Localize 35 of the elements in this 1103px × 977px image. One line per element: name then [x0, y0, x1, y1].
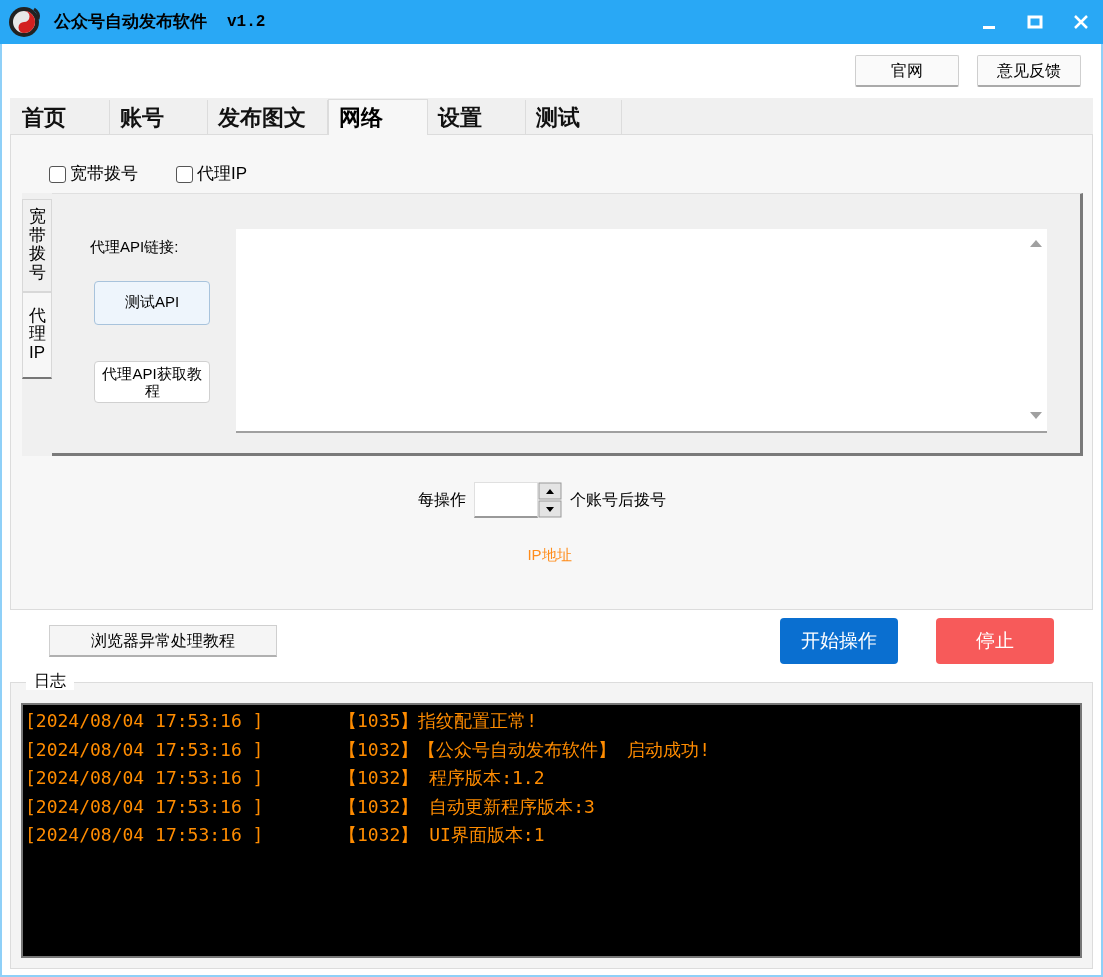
log-timestamp: [2024/08/04 17:53:16 ] — [25, 823, 265, 848]
header-button[interactable]: 意见反馈 — [977, 55, 1081, 87]
log-timestamp: [2024/08/04 17:53:16 ] — [25, 737, 265, 762]
test-api-button[interactable]: 测试API — [94, 280, 210, 325]
api-link-label: 代理API链接: — [90, 237, 179, 257]
version-label: v1.2 — [227, 12, 266, 33]
log-timestamp: [2024/08/04 17:53:16 ] — [25, 794, 265, 819]
dial-before-label: 每操作 — [417, 490, 466, 510]
api-link-field[interactable] — [236, 229, 1047, 433]
start-button[interactable]: 开始操作 — [780, 618, 898, 664]
log-message: 【1032】 程序版本:1.2 — [339, 766, 545, 791]
log-timestamp: [2024/08/04 17:53:16 ] — [25, 709, 265, 733]
side-tab[interactable]: 代理IP — [22, 291, 52, 379]
dial-after-label: 个账号后拨号 — [569, 490, 666, 510]
window-title: 公众号自动发布软件 — [54, 11, 207, 34]
log-message: 【1032】 UI界面版本:1 — [339, 823, 545, 848]
ip-address-label: IP地址 — [527, 545, 572, 565]
maximize-icon[interactable] — [1027, 14, 1043, 30]
close-icon[interactable] — [1073, 14, 1089, 30]
tab[interactable]: 网络 — [328, 99, 428, 135]
side-tab[interactable]: 宽带拨号 — [22, 199, 52, 292]
app-logo-icon — [6, 4, 42, 40]
header-button[interactable]: 官网 — [855, 55, 959, 87]
browser-tutorial-button[interactable]: 浏览器异常处理教程 — [49, 625, 277, 657]
checkbox[interactable] — [49, 165, 66, 183]
spinner-arrows-icon[interactable] — [537, 482, 562, 518]
log-message: 【1032】【公众号自动发布软件】 启动成功! — [339, 737, 711, 762]
log-title: 日志 — [26, 672, 74, 690]
log-message: 【1035】指纹配置正常! — [339, 709, 538, 733]
checkbox[interactable] — [176, 165, 193, 183]
checkbox-label: 宽带拨号 — [70, 163, 138, 186]
log-timestamp: [2024/08/04 17:53:16 ] — [25, 766, 265, 791]
checkbox-label: 代理IP — [197, 163, 248, 186]
log-message: 【1032】 自动更新程序版本:3 — [339, 794, 595, 819]
api-tutorial-button[interactable]: 代理API获取教程 — [94, 360, 210, 403]
